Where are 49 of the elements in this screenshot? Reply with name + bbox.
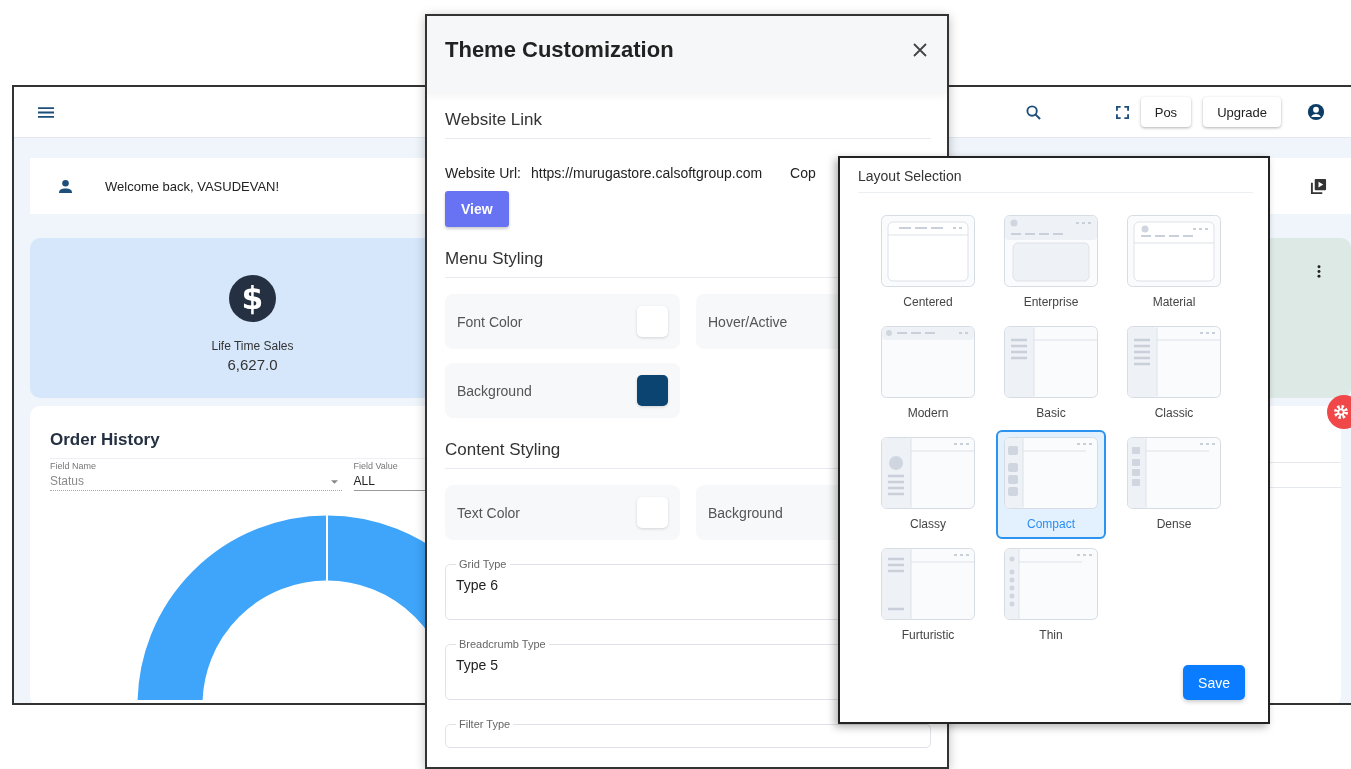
layout-thumbnail-icon (1127, 437, 1221, 509)
layout-option[interactable]: Basic (996, 319, 1106, 428)
layout-option[interactable]: Dense (1119, 430, 1229, 539)
layout-thumbnail-icon (1004, 437, 1098, 509)
layout-option[interactable]: Classic (1119, 319, 1229, 428)
color-setting-label: Hover/Active (708, 313, 788, 330)
layout-thumbnail-icon (1127, 326, 1221, 398)
pos-button[interactable]: Pos (1140, 97, 1192, 127)
layout-option[interactable]: Modern (873, 319, 983, 428)
color-setting-label: Background (457, 382, 532, 399)
video-library-icon[interactable] (1310, 177, 1327, 195)
menu-icon[interactable] (38, 106, 54, 118)
layout-thumbnail-icon (1004, 215, 1098, 287)
welcome-text: Welcome back, VASUDEVAN! (105, 178, 280, 194)
user-icon (58, 178, 73, 194)
caret-icon (330, 480, 338, 484)
close-icon[interactable] (913, 43, 927, 57)
view-button[interactable]: View (445, 191, 509, 227)
more-options-icon[interactable] (1317, 265, 1321, 278)
sales-value: 6,627.0 (227, 356, 278, 373)
website-url: https://murugastore.calsoftgroup.com (531, 165, 763, 181)
upgrade-button[interactable]: Upgrade (1203, 97, 1281, 127)
color-swatch[interactable] (637, 497, 668, 528)
dialog-title: Theme Customization (445, 37, 674, 63)
copy-link[interactable]: Cop (790, 165, 816, 181)
layout-thumbnail-icon (881, 326, 975, 398)
color-setting-label: Font Color (457, 313, 523, 330)
panel-title: Layout Selection (858, 168, 1253, 193)
layout-thumbnail-icon (881, 215, 975, 287)
layout-thumbnail-icon (881, 548, 975, 620)
layout-option[interactable]: Material (1119, 208, 1229, 317)
sales-label: Life Time Sales (211, 339, 294, 353)
color-swatch[interactable] (637, 306, 668, 337)
layout-thumbnail-icon (1004, 548, 1098, 620)
layout-option[interactable]: Thin (996, 541, 1106, 650)
color-setting-label: Text Color (457, 504, 521, 521)
url-label: Website Url: (445, 165, 521, 181)
layout-thumbnail-icon (1004, 326, 1098, 398)
layout-thumbnail-icon (881, 437, 975, 509)
save-button[interactable]: Save (1183, 665, 1245, 700)
section-heading: Website Link (445, 110, 931, 139)
color-swatch[interactable] (637, 375, 668, 406)
search-icon[interactable] (1025, 104, 1041, 120)
layout-option[interactable]: Enterprise (996, 208, 1106, 317)
color-setting-label: Background (708, 504, 783, 521)
layout-thumbnail-icon (1127, 215, 1221, 287)
fullscreen-icon[interactable] (1115, 105, 1129, 119)
account-icon[interactable] (1307, 103, 1325, 121)
dollar-icon: $ (229, 275, 276, 322)
